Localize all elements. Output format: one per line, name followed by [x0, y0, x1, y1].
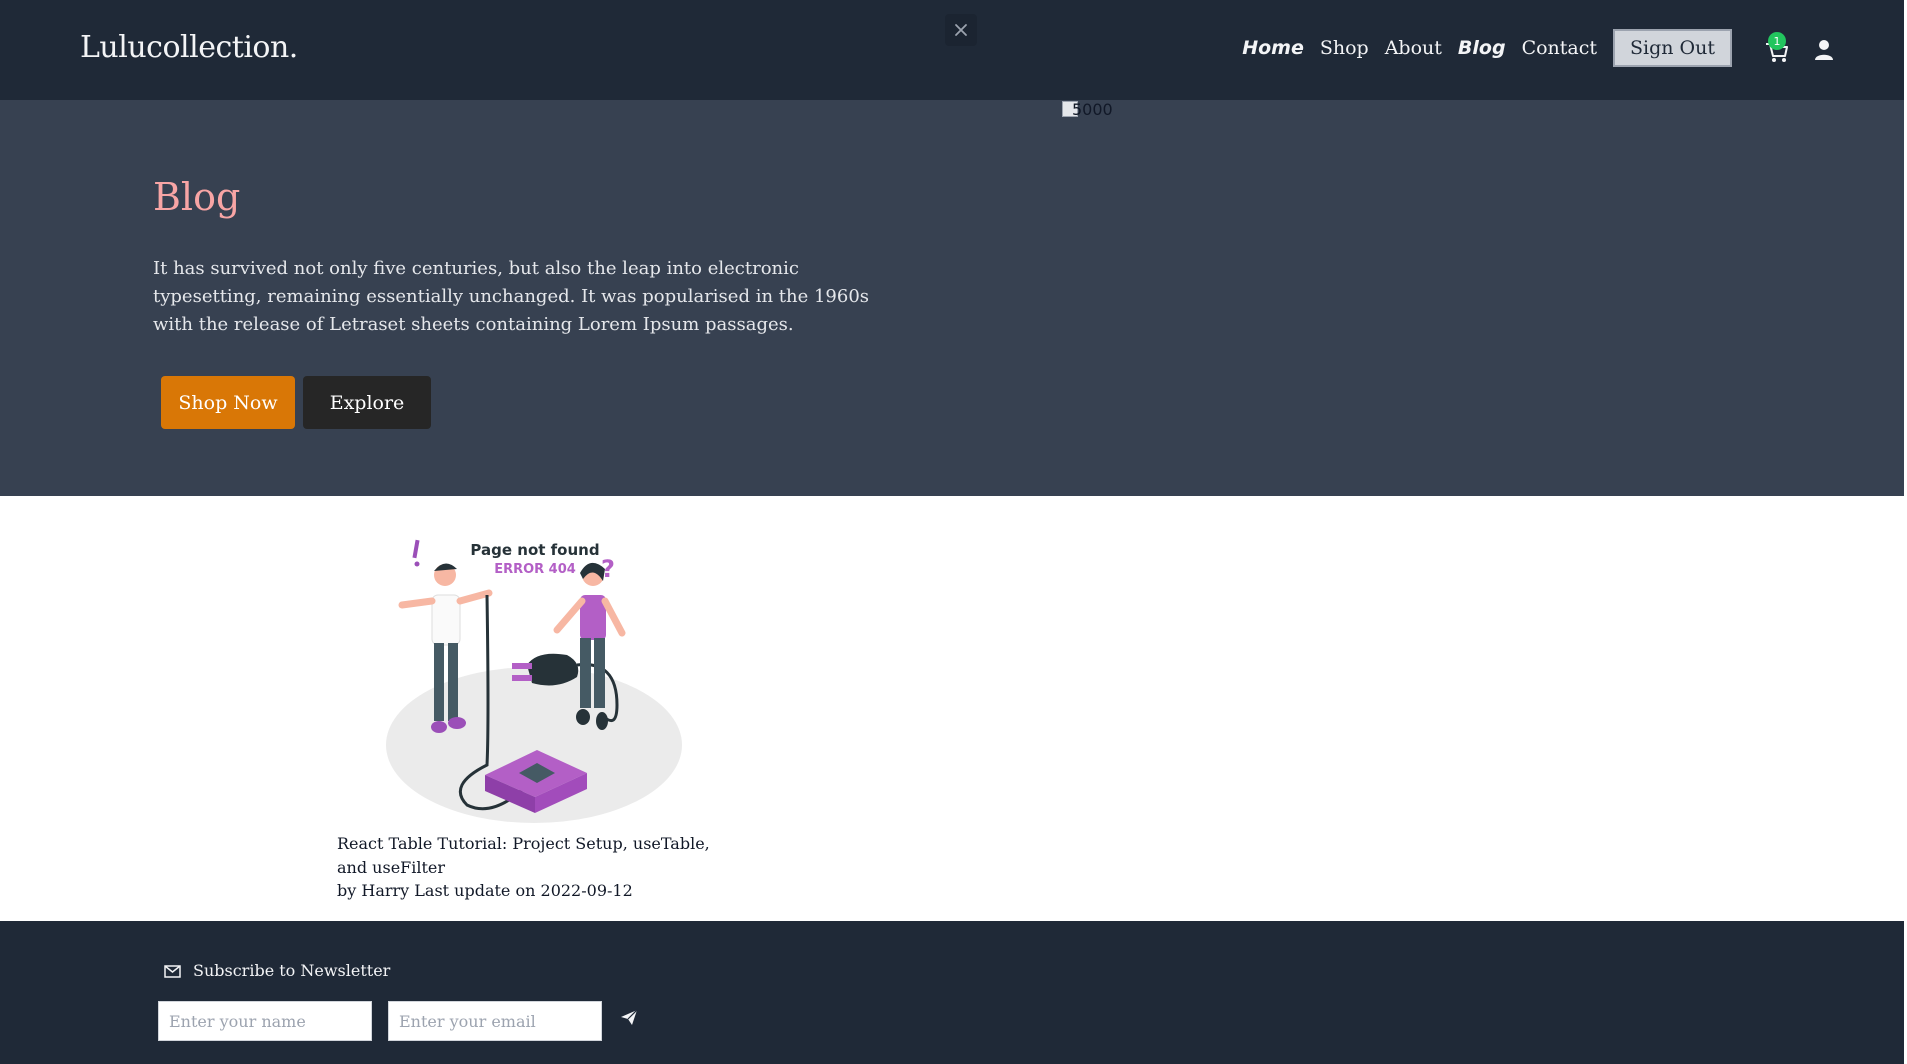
footer: Subscribe to Newsletter Enter your name … [0, 921, 1904, 1064]
hero-image-alt: 5000 [1072, 100, 1113, 119]
nav-link-about[interactable]: About [1385, 37, 1442, 59]
mail-icon [164, 963, 181, 978]
nav-link-shop[interactable]: Shop [1320, 37, 1369, 59]
explore-button[interactable]: Explore [303, 376, 431, 429]
close-icon[interactable] [945, 14, 977, 46]
newsletter-label: Subscribe to Newsletter [193, 961, 391, 980]
hero-description: It has survived not only five centuries,… [153, 258, 870, 335]
nav-link-blog[interactable]: Blog [1458, 37, 1506, 59]
blog-card-image[interactable]: Page not found ERROR 404 ? [377, 535, 687, 825]
illustration-subtitle: ERROR 404 [494, 562, 576, 577]
page: Lulucollection. Home Shop About Blog Con… [0, 0, 1907, 1064]
user-icon[interactable] [1814, 39, 1834, 61]
sign-out-button[interactable]: Sign Out [1613, 29, 1732, 67]
illustration-title: Page not found [470, 541, 599, 559]
hero-title: Blog [153, 175, 241, 219]
hero-image-broken: 5000 [1062, 100, 1113, 119]
nav-link-contact[interactable]: Contact [1522, 37, 1597, 59]
brand-logo[interactable]: Lulucollection. [80, 30, 298, 65]
blog-card-meta: by Harry Last update on 2022-09-12 [337, 881, 633, 900]
cart-count-badge: 1 [1768, 32, 1786, 50]
email-input[interactable]: Enter your email [388, 1001, 602, 1041]
name-input[interactable]: Enter your name [158, 1001, 372, 1041]
shop-now-button[interactable]: Shop Now [161, 376, 295, 429]
navbar: Lulucollection. Home Shop About Blog Con… [0, 0, 1904, 100]
hero-section: Blog It has survived not only five centu… [0, 100, 1904, 496]
blog-card-title[interactable]: React Table Tutorial: Project Setup, use… [337, 832, 717, 880]
main-nav: Home Shop About Blog Contact Sign Out [1226, 29, 1732, 67]
nav-link-home[interactable]: Home [1242, 37, 1304, 59]
send-icon[interactable] [620, 1009, 638, 1027]
